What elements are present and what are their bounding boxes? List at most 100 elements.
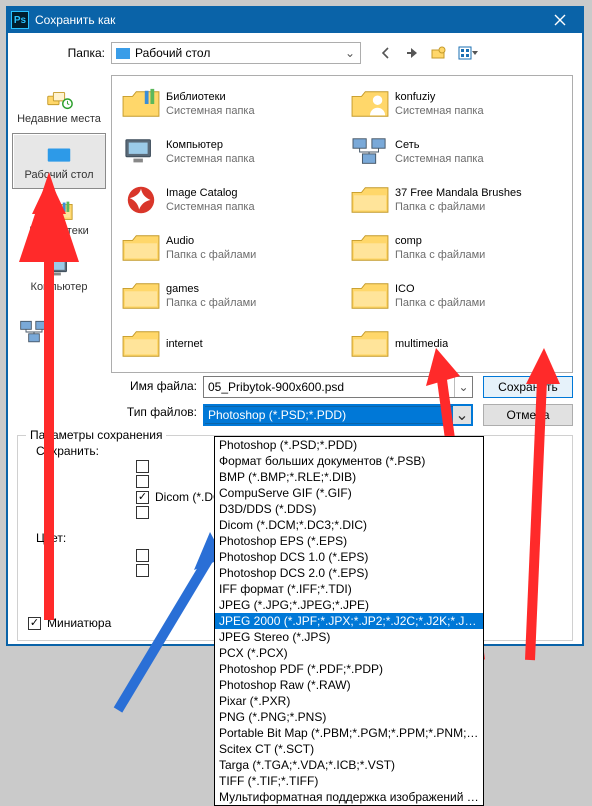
- close-button[interactable]: [537, 7, 583, 33]
- new-folder-button[interactable]: [427, 42, 449, 64]
- filetype-option[interactable]: JPEG 2000 (*.JPF;*.JPX;*.JP2;*.J2C;*.J2K…: [215, 613, 483, 629]
- checkbox-checked-icon: [28, 617, 41, 630]
- filetype-option[interactable]: Photoshop (*.PSD;*.PDD): [215, 437, 483, 453]
- file-name: Сеть: [395, 138, 484, 152]
- chevron-down-icon[interactable]: ⌄: [453, 406, 471, 424]
- filetype-option[interactable]: Photoshop EPS (*.EPS): [215, 533, 483, 549]
- filetype-row: Тип файлов: Photoshop (*.PSD;*.PDD) ⌄ От…: [7, 401, 583, 429]
- filetype-option[interactable]: PNG (*.PNG;*.PNS): [215, 709, 483, 725]
- file-name: internet: [166, 337, 203, 351]
- file-name: multimedia: [395, 337, 448, 351]
- back-button[interactable]: [375, 42, 397, 64]
- file-icon: [118, 322, 164, 366]
- file-subtitle: Системная папка: [395, 152, 484, 166]
- file-icon: [347, 322, 393, 366]
- filetype-option[interactable]: Scitex CT (*.SCT): [215, 741, 483, 757]
- checkbox-icon: [136, 460, 149, 473]
- place-network[interactable]: [12, 307, 106, 357]
- photoshop-icon: Ps: [11, 11, 29, 29]
- file-subtitle: Системная папка: [166, 104, 255, 118]
- chevron-down-icon: ⌄: [342, 46, 358, 60]
- place-recent[interactable]: Недавние места: [12, 77, 106, 133]
- toolbar: [375, 42, 485, 64]
- chevron-down-icon[interactable]: ⌄: [454, 377, 472, 397]
- checkbox-checked-icon: [136, 491, 149, 504]
- file-item[interactable]: konfuziyСистемная папка: [343, 80, 570, 128]
- filetype-option[interactable]: Photoshop DCS 2.0 (*.EPS): [215, 565, 483, 581]
- up-button[interactable]: [401, 42, 423, 64]
- file-name: Image Catalog: [166, 186, 255, 200]
- filetype-option[interactable]: Мультиформатная поддержка изображений (*…: [215, 789, 483, 805]
- filetype-option[interactable]: JPEG (*.JPG;*.JPEG;*.JPE): [215, 597, 483, 613]
- cancel-button[interactable]: Отмена: [483, 404, 573, 426]
- file-item[interactable]: КомпьютерСистемная папка: [114, 128, 341, 176]
- filetype-option[interactable]: Photoshop DCS 1.0 (*.EPS): [215, 549, 483, 565]
- network-icon: [18, 319, 50, 345]
- file-name: ICO: [395, 282, 485, 296]
- dialog-title: Сохранить как: [35, 13, 537, 27]
- place-label: Недавние места: [17, 113, 101, 125]
- titlebar[interactable]: Ps Сохранить как: [7, 7, 583, 33]
- filetype-option[interactable]: BMP (*.BMP;*.RLE;*.DIB): [215, 469, 483, 485]
- thumbnail-checkbox[interactable]: Миниатюра: [28, 616, 111, 630]
- save-button[interactable]: Сохранить: [483, 376, 573, 398]
- save-parameters-group: Параметры сохранения Сохранить: Dicom (*…: [17, 435, 573, 641]
- filetype-value: Photoshop (*.PSD;*.PDD): [205, 407, 453, 423]
- file-name: games: [166, 282, 256, 296]
- filetype-option[interactable]: Photoshop PDF (*.PDF;*.PDP): [215, 661, 483, 677]
- file-name: konfuziy: [395, 90, 484, 104]
- file-list[interactable]: БиблиотекиСистемная папкаkonfuziyСистемн…: [111, 75, 573, 373]
- filename-input[interactable]: 05_Pribytok-900x600.psd ⌄: [203, 376, 473, 398]
- filetype-option[interactable]: TIFF (*.TIF;*.TIFF): [215, 773, 483, 789]
- file-item[interactable]: СетьСистемная папка: [343, 128, 570, 176]
- filetype-dropdown-list[interactable]: Photoshop (*.PSD;*.PDD)Формат больших до…: [214, 436, 484, 806]
- file-item[interactable]: Image CatalogСистемная папка: [114, 176, 341, 224]
- filetype-select[interactable]: Photoshop (*.PSD;*.PDD) ⌄: [203, 404, 473, 426]
- file-item[interactable]: 37 Free Mandala BrushesПапка с файлами: [343, 176, 570, 224]
- file-name: 37 Free Mandala Brushes: [395, 186, 522, 200]
- filetype-option[interactable]: IFF формат (*.IFF;*.TDI): [215, 581, 483, 597]
- filetype-option[interactable]: Portable Bit Map (*.PBM;*.PGM;*.PPM;*.PN…: [215, 725, 483, 741]
- filename-row: Имя файла: 05_Pribytok-900x600.psd ⌄ Сох…: [7, 373, 583, 401]
- folder-dropdown[interactable]: Рабочий стол ⌄: [111, 42, 361, 64]
- place-label: Библиотеки: [29, 225, 89, 237]
- file-item[interactable]: AudioПапка с файлами: [114, 224, 341, 272]
- computer-icon: [41, 253, 77, 281]
- filetype-option[interactable]: Pixar (*.PXR): [215, 693, 483, 709]
- file-icon: [118, 130, 164, 174]
- checkbox-icon: [136, 506, 149, 519]
- libraries-icon: [41, 197, 77, 225]
- place-computer[interactable]: Компьютер: [12, 245, 106, 301]
- file-item[interactable]: multimedia: [343, 320, 570, 368]
- file-icon: [118, 226, 164, 270]
- filetype-option[interactable]: PCX (*.PCX): [215, 645, 483, 661]
- filetype-option[interactable]: Photoshop Raw (*.RAW): [215, 677, 483, 693]
- view-button[interactable]: [453, 42, 485, 64]
- file-item[interactable]: gamesПапка с файлами: [114, 272, 341, 320]
- file-icon: [118, 82, 164, 126]
- folder-label: Папка:: [17, 46, 111, 60]
- desktop-icon: [41, 141, 77, 169]
- checkbox-icon: [136, 475, 149, 488]
- filetype-option[interactable]: D3D/DDS (*.DDS): [215, 501, 483, 517]
- file-item[interactable]: ICOПапка с файлами: [343, 272, 570, 320]
- file-icon: [347, 178, 393, 222]
- folder-name: Рабочий стол: [135, 46, 342, 60]
- file-item[interactable]: compПапка с файлами: [343, 224, 570, 272]
- filetype-option[interactable]: Формат больших документов (*.PSB): [215, 453, 483, 469]
- filetype-option[interactable]: Dicom (*.DCM;*.DC3;*.DIC): [215, 517, 483, 533]
- file-subtitle: Папка с файлами: [395, 296, 485, 310]
- filetype-option[interactable]: JPEG Stereo (*.JPS): [215, 629, 483, 645]
- file-subtitle: Системная папка: [395, 104, 484, 118]
- file-name: comp: [395, 234, 485, 248]
- filetype-option[interactable]: Targa (*.TGA;*.VDA;*.ICB;*.VST): [215, 757, 483, 773]
- file-item[interactable]: БиблиотекиСистемная папка: [114, 80, 341, 128]
- filetype-option[interactable]: CompuServe GIF (*.GIF): [215, 485, 483, 501]
- desktop-icon: [116, 48, 130, 59]
- place-libraries[interactable]: Библиотеки: [12, 189, 106, 245]
- file-icon: [347, 130, 393, 174]
- file-subtitle: Папка с файлами: [166, 248, 256, 262]
- file-icon: [118, 178, 164, 222]
- file-item[interactable]: internet: [114, 320, 341, 368]
- place-desktop[interactable]: Рабочий стол: [12, 133, 106, 189]
